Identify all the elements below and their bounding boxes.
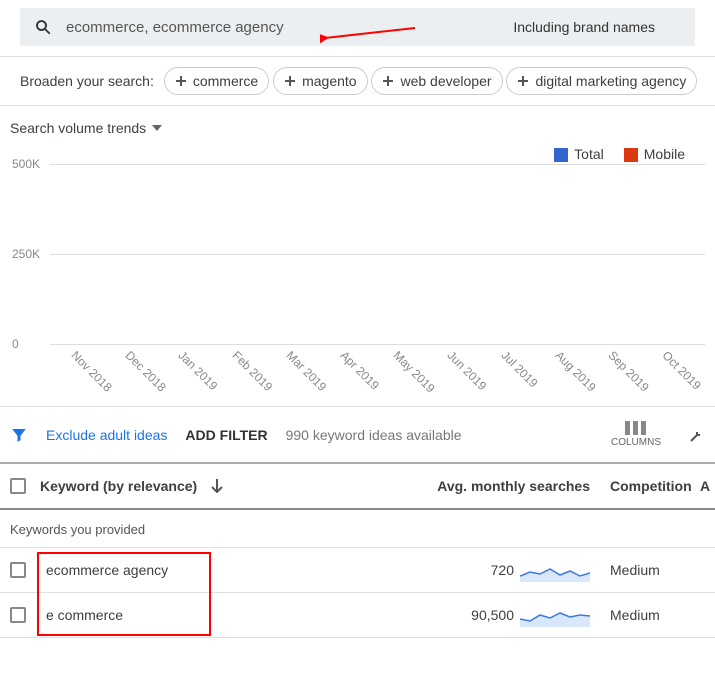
- exclude-adult-ideas-link[interactable]: Exclude adult ideas: [46, 427, 167, 443]
- row-checkbox[interactable]: [10, 607, 26, 623]
- table-row: e commerce 90,500 Medium: [0, 593, 715, 638]
- filters-row: Exclude adult ideas ADD FILTER 990 keywo…: [0, 406, 715, 464]
- x-axis-label: Mar 2019: [283, 349, 329, 395]
- competition-cell: Medium: [610, 562, 700, 578]
- x-axis-label: Apr 2019: [337, 349, 381, 393]
- filter-icon: [10, 426, 28, 444]
- table-row: ecommerce agency 720 Medium: [0, 548, 715, 593]
- keyword-cell[interactable]: ecommerce agency: [46, 562, 168, 578]
- chart-legend: Total Mobile: [10, 142, 705, 164]
- search-icon: [34, 18, 52, 36]
- broaden-chip-commerce[interactable]: commerce: [164, 67, 269, 95]
- next-column-header: A: [700, 478, 715, 494]
- add-filter-button[interactable]: ADD FILTER: [185, 427, 267, 443]
- chart-area: Total Mobile 0250K500KNov 2018Dec 2018Ja…: [0, 142, 715, 344]
- broaden-chip-magento[interactable]: magento: [273, 67, 367, 95]
- x-axis-label: Nov 2018: [68, 349, 114, 395]
- ideas-available-label: 990 keyword ideas available: [286, 427, 462, 443]
- search-volume-trends-title[interactable]: Search volume trends: [0, 106, 715, 142]
- sort-arrow-down-icon: [211, 479, 223, 493]
- x-axis-label: May 2019: [391, 349, 438, 396]
- avg-searches-value: 720: [491, 562, 514, 578]
- avg-monthly-searches-header[interactable]: Avg. monthly searches: [420, 478, 610, 494]
- x-axis-label: Jun 2019: [445, 349, 490, 394]
- x-axis-label: Dec 2018: [122, 349, 168, 395]
- table-header-row: Keyword (by relevance) Avg. monthly sear…: [0, 464, 715, 510]
- dropdown-caret-icon: [152, 125, 162, 131]
- keywords-you-provided-label: Keywords you provided: [0, 510, 715, 548]
- expand-icon[interactable]: [689, 427, 705, 443]
- competition-cell: Medium: [610, 607, 700, 623]
- competition-header[interactable]: Competition: [610, 478, 700, 494]
- plus-icon: [284, 75, 296, 87]
- plus-icon: [175, 75, 187, 87]
- x-axis-label: Aug 2019: [552, 349, 598, 395]
- keyword-cell[interactable]: e commerce: [46, 607, 123, 623]
- bar-chart: 0250K500KNov 2018Dec 2018Jan 2019Feb 201…: [50, 164, 705, 344]
- sparkline: [520, 558, 590, 582]
- broaden-search-row: Broaden your search: commerce magento we…: [0, 57, 715, 106]
- avg-searches-value: 90,500: [471, 607, 514, 623]
- including-brand-names-label[interactable]: Including brand names: [513, 19, 655, 35]
- sparkline: [520, 603, 590, 627]
- select-all-checkbox[interactable]: [10, 478, 26, 494]
- columns-icon: [625, 421, 647, 435]
- x-axis-label: Oct 2019: [660, 349, 704, 393]
- x-axis-label: Jul 2019: [498, 349, 540, 391]
- keyword-column-header[interactable]: Keyword (by relevance): [40, 478, 197, 494]
- search-bar[interactable]: ecommerce, ecommerce agency Including br…: [20, 8, 695, 46]
- columns-button[interactable]: COLUMNS: [611, 421, 661, 448]
- broaden-chip-web-developer[interactable]: web developer: [371, 67, 502, 95]
- broaden-chip-digital-marketing-agency[interactable]: digital marketing agency: [506, 67, 697, 95]
- x-axis-label: Feb 2019: [230, 349, 276, 395]
- x-axis-label: Jan 2019: [176, 349, 221, 394]
- broaden-label: Broaden your search:: [20, 73, 154, 89]
- x-axis-label: Sep 2019: [606, 349, 652, 395]
- plus-icon: [517, 75, 529, 87]
- row-checkbox[interactable]: [10, 562, 26, 578]
- plus-icon: [382, 75, 394, 87]
